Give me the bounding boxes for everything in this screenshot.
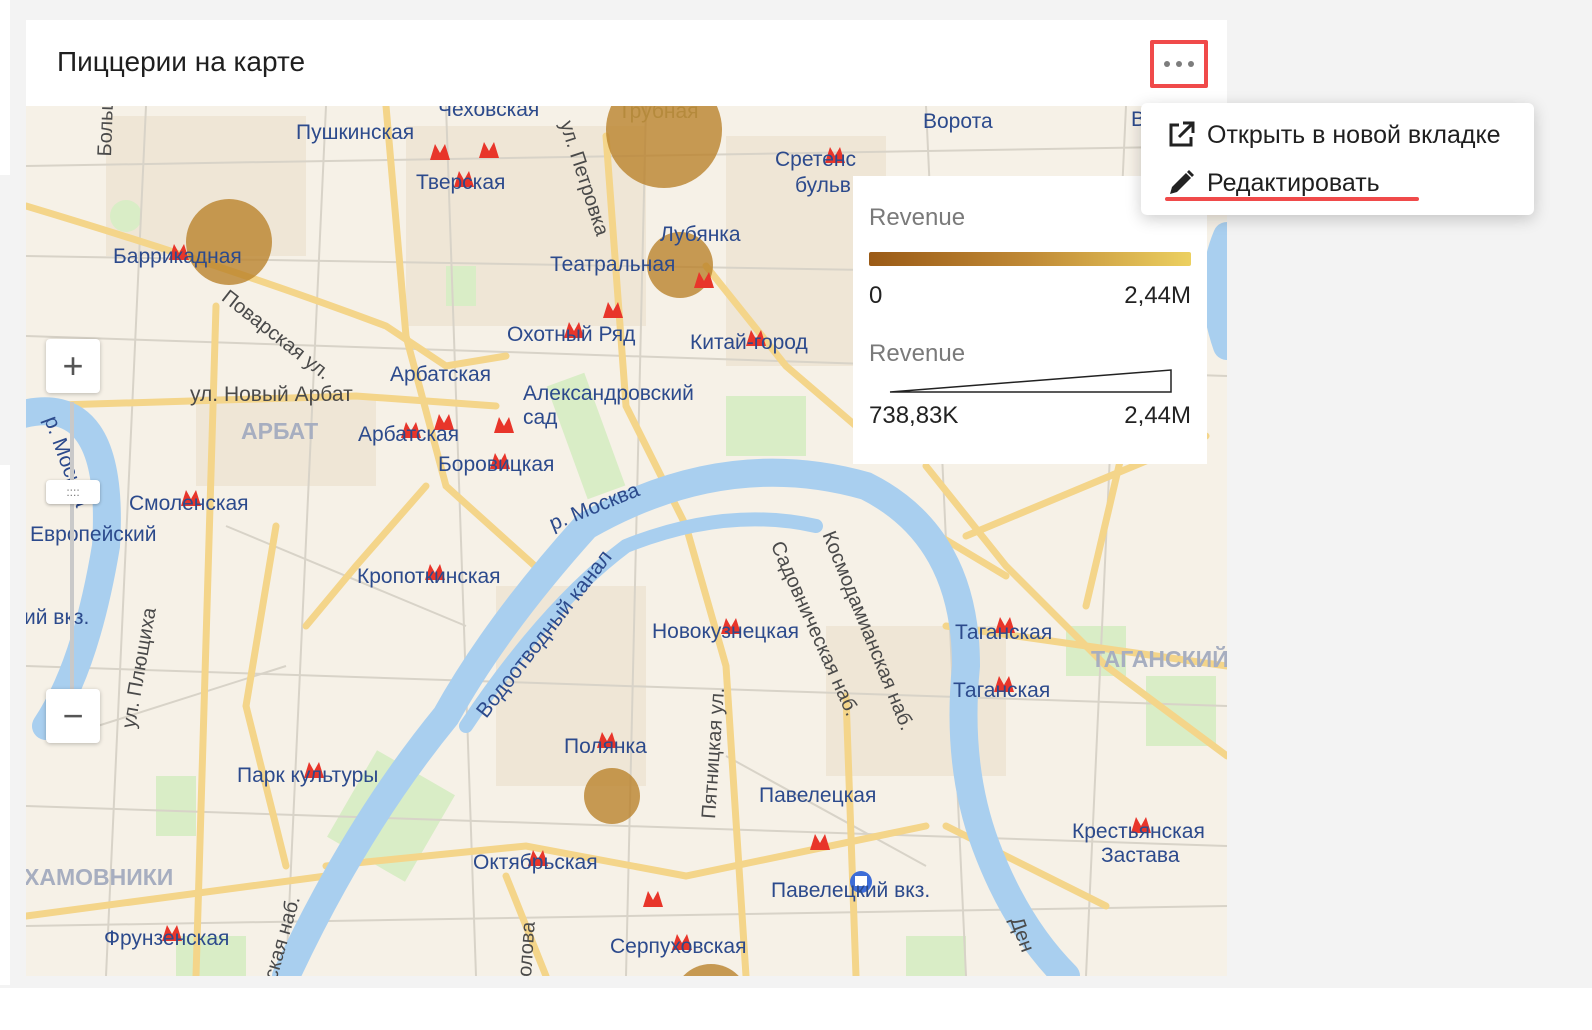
plus-icon: + [62, 345, 84, 386]
map-label: Таганская [953, 679, 1051, 702]
metro-icon [603, 302, 623, 318]
district-label: АРБАТ [241, 418, 319, 444]
menu-item-label: Редактировать [1207, 168, 1380, 197]
menu-item-open-new-tab[interactable]: Открыть в новой вкладке [1165, 115, 1501, 155]
color-legend-max: 2,44M [1124, 282, 1191, 309]
zoom-in-button[interactable]: + [46, 339, 100, 393]
map-label: Театральная [550, 253, 676, 276]
map-label: Застава [1101, 844, 1180, 867]
map-label: Кропоткинская [357, 565, 501, 588]
map-label: Чеховская [438, 106, 540, 121]
size-legend-wedge [889, 369, 1172, 393]
widget-title: Пиццерии на карте [57, 46, 306, 77]
map-label: сад [523, 406, 558, 429]
map-label: Китай-город [690, 331, 808, 354]
map-label: Трубная [618, 106, 699, 123]
size-legend-title: Revenue [869, 340, 966, 367]
page-footer-space [0, 988, 1592, 1030]
zoom-slider-handle[interactable]: :::: [46, 480, 100, 504]
metro-icon [810, 834, 830, 850]
street-label: Большая Гр [94, 106, 121, 157]
color-legend-min: 0 [869, 282, 883, 309]
menu-item-label: Открыть в новой вкладке [1207, 120, 1501, 149]
metro-icon [494, 417, 514, 433]
map-label: Арбатская [358, 423, 460, 446]
map-label: Павелецкий вкз. [771, 879, 931, 902]
map-label: Арбатская [390, 363, 492, 386]
map-label: Сретенс [775, 148, 856, 171]
metro-icon [430, 144, 450, 160]
map-label: Крестьянская [1072, 820, 1205, 843]
map-label: Охотный Ряд [507, 323, 636, 346]
zoom-track[interactable] [70, 402, 74, 722]
street-label: олова [514, 920, 540, 976]
map-label: Тверская [416, 171, 506, 194]
map-label: бульв [795, 174, 851, 197]
pizzeria-bubble[interactable] [186, 199, 272, 285]
map-label: ий вкз. [26, 606, 90, 629]
widget-header: Пиццерии на карте [26, 20, 1227, 106]
map-label: Ворота [923, 110, 993, 133]
map-label: Парк культуры [237, 764, 379, 787]
color-gradient-bar [869, 252, 1191, 266]
map-widget: Пиццерии на карте Чеховская Трубная Пушк… [26, 20, 1227, 976]
map-label: Полянка [564, 735, 647, 758]
street-label: ул. Новый Арбат [190, 383, 353, 406]
map-label: Серпуховская [610, 935, 747, 958]
map-label: Павелецкая [759, 784, 877, 807]
map-label: Октябрьская [473, 851, 598, 874]
map-legend: Revenue 0 2,44M Revenue 738,83K 2,44M [853, 176, 1207, 464]
map-label: Боровицкая [438, 453, 555, 476]
map-label: Александровский [523, 382, 694, 405]
more-icon [1188, 61, 1194, 67]
more-icon [1176, 61, 1182, 67]
page-margin [0, 465, 10, 985]
map-label: Пушкинская [296, 121, 415, 144]
map-canvas[interactable]: Чеховская Трубная Пушкинская Тверская Во… [26, 106, 1227, 976]
map-label: Фрунзенская [104, 927, 230, 950]
zoom-out-button[interactable]: − [46, 689, 100, 743]
pizzeria-bubble[interactable] [584, 768, 640, 824]
map-label: Баррикадная [113, 245, 242, 268]
map-label: Новокузнецкая [652, 620, 799, 643]
metro-icon [479, 142, 499, 158]
map-label: Лубянка [660, 223, 741, 246]
highlight-underline [1165, 197, 1419, 201]
map-label: Европейский [30, 523, 157, 546]
metro-icon [643, 891, 663, 907]
pencil-icon [1170, 170, 1194, 194]
size-legend-max: 2,44M [1124, 402, 1191, 429]
more-actions-button[interactable] [1150, 40, 1208, 88]
district-label: ХАМОВНИКИ [26, 864, 174, 890]
external-link-icon [1169, 121, 1195, 147]
minus-icon: − [62, 695, 84, 736]
color-legend-title: Revenue [869, 204, 966, 231]
map-label: Смоленская [129, 492, 249, 515]
more-icon [1164, 61, 1170, 67]
page-margin [0, 0, 10, 175]
map-label: Таганская [955, 621, 1053, 644]
size-legend-min: 738,83K [869, 402, 959, 429]
metro-icon [694, 272, 714, 288]
district-label: ТАГАНСКИЙ [1091, 646, 1227, 672]
